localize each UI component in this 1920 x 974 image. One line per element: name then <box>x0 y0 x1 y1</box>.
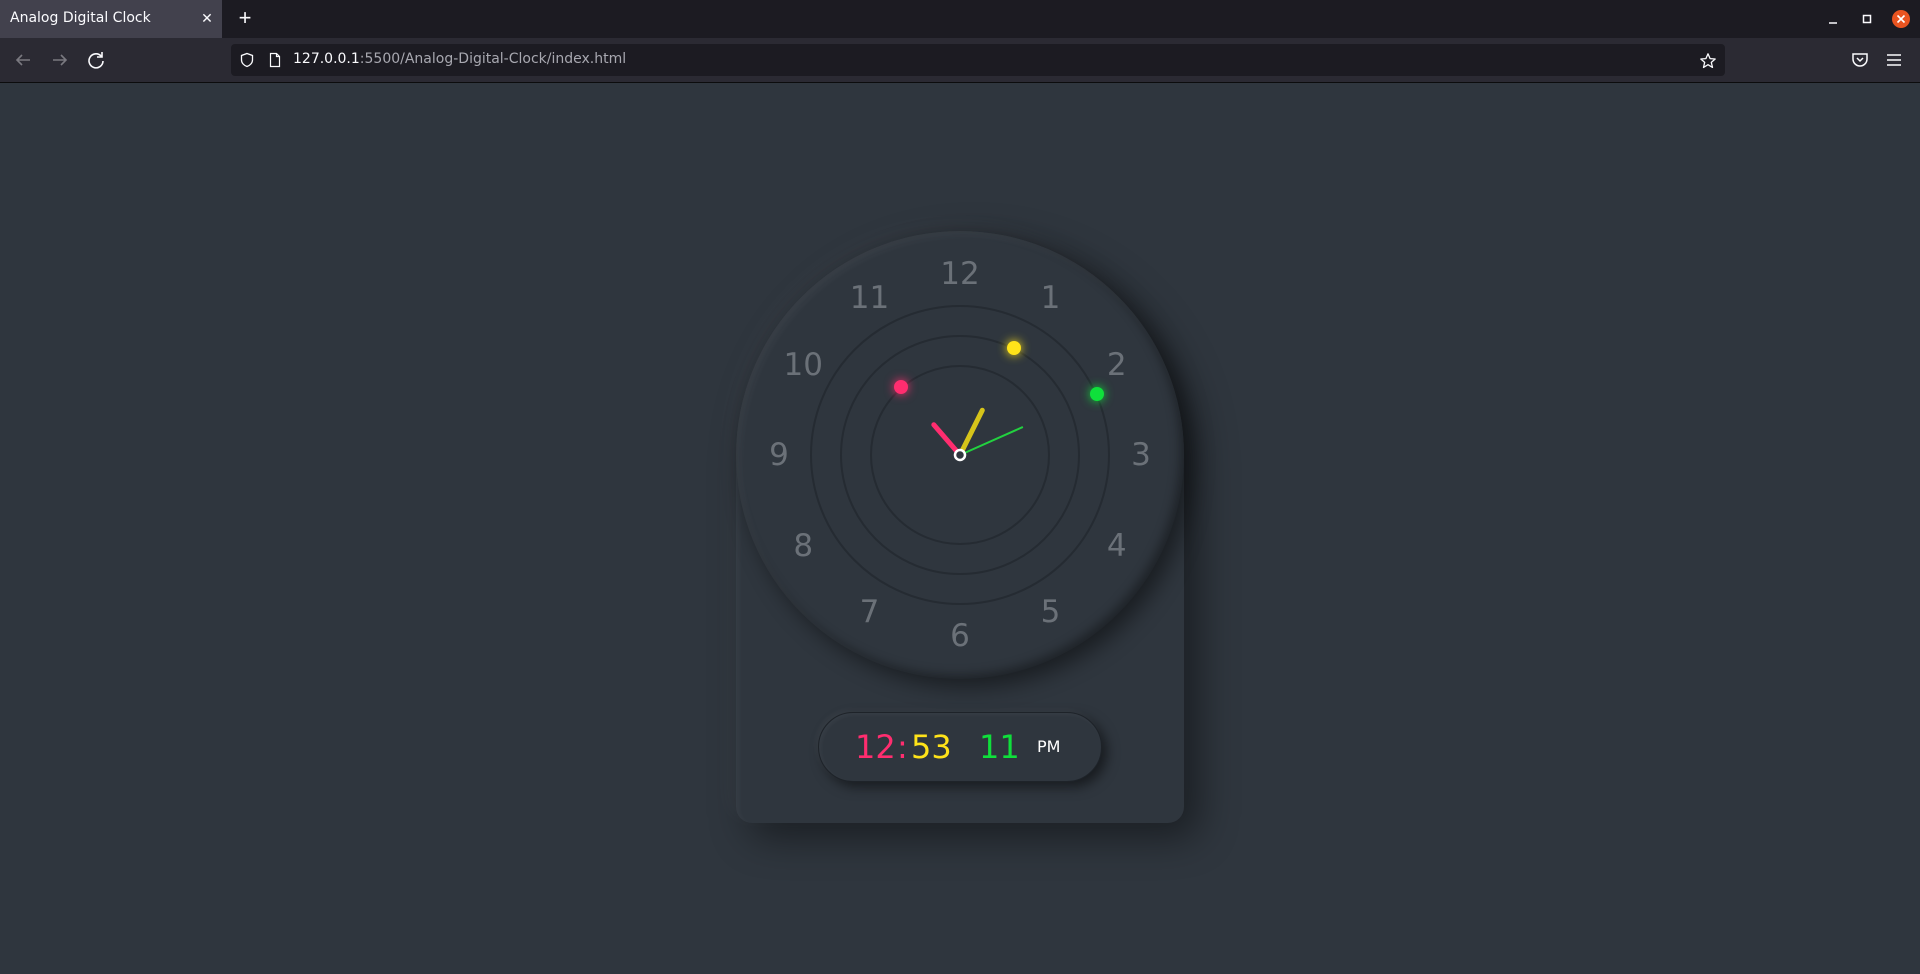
digital-hour: 12 <box>855 728 896 766</box>
clock-number-8: 8 <box>793 527 814 564</box>
clock-number-3: 3 <box>1131 437 1151 473</box>
page-content: 12 1 2 3 4 5 6 7 8 9 10 11 12 : 53 11 PM <box>0 83 1920 974</box>
hour-dot <box>1006 340 1021 355</box>
minimize-icon[interactable] <box>1822 8 1844 30</box>
clock-number-5: 5 <box>1040 593 1061 630</box>
maximize-icon[interactable] <box>1856 8 1878 30</box>
forward-arrow-icon[interactable] <box>48 48 72 72</box>
url-text[interactable]: 127.0.0.1:5500/Analog-Digital-Clock/inde… <box>293 51 626 67</box>
url-bar[interactable]: 127.0.0.1:5500/Analog-Digital-Clock/inde… <box>231 44 1725 76</box>
back-arrow-icon[interactable] <box>11 48 35 72</box>
hamburger-menu-icon[interactable] <box>1884 50 1904 70</box>
digital-minute: 53 <box>911 728 952 766</box>
clock-number-6: 6 <box>950 618 970 654</box>
url-host: 127.0.0.1 <box>293 51 360 67</box>
clock-number-1: 1 <box>1040 280 1061 317</box>
digital-clock: 12 : 53 11 PM <box>818 712 1102 782</box>
clock-number-12: 12 <box>940 256 980 292</box>
clock-number-11: 11 <box>849 280 890 317</box>
tab-title: Analog Digital Clock <box>10 10 151 26</box>
minute-dot <box>894 379 909 394</box>
navigation-toolbar: 127.0.0.1:5500/Analog-Digital-Clock/inde… <box>0 38 1920 83</box>
tab-analog-digital-clock[interactable]: Analog Digital Clock ✕ <box>0 0 222 38</box>
shield-icon[interactable] <box>239 52 255 68</box>
window-close-icon[interactable] <box>1890 8 1912 30</box>
digital-second: 11 <box>979 728 1020 766</box>
hour-hand <box>957 407 985 458</box>
center-pivot <box>953 448 967 462</box>
bookmark-star-icon[interactable] <box>1699 52 1717 70</box>
clock-number-7: 7 <box>859 593 880 630</box>
page-icon[interactable] <box>267 52 283 68</box>
close-tab-icon[interactable]: ✕ <box>198 9 216 27</box>
clock-number-4: 4 <box>1106 527 1127 564</box>
analog-clock-face: 12 1 2 3 4 5 6 7 8 9 10 11 <box>736 231 1184 679</box>
clock-number-10: 10 <box>783 346 823 383</box>
digital-colon: : <box>897 728 908 766</box>
clock-number-2: 2 <box>1106 346 1127 383</box>
pocket-icon[interactable] <box>1850 50 1870 70</box>
url-path: :5500/Analog-Digital-Clock/index.html <box>359 51 627 67</box>
digital-am-pm: PM <box>1037 737 1061 756</box>
new-tab-button[interactable]: + <box>234 7 256 29</box>
second-dot <box>1090 386 1105 401</box>
tab-bar: Analog Digital Clock ✕ + <box>0 0 1920 38</box>
clock-number-9: 9 <box>769 437 789 473</box>
reload-icon[interactable] <box>84 48 108 72</box>
